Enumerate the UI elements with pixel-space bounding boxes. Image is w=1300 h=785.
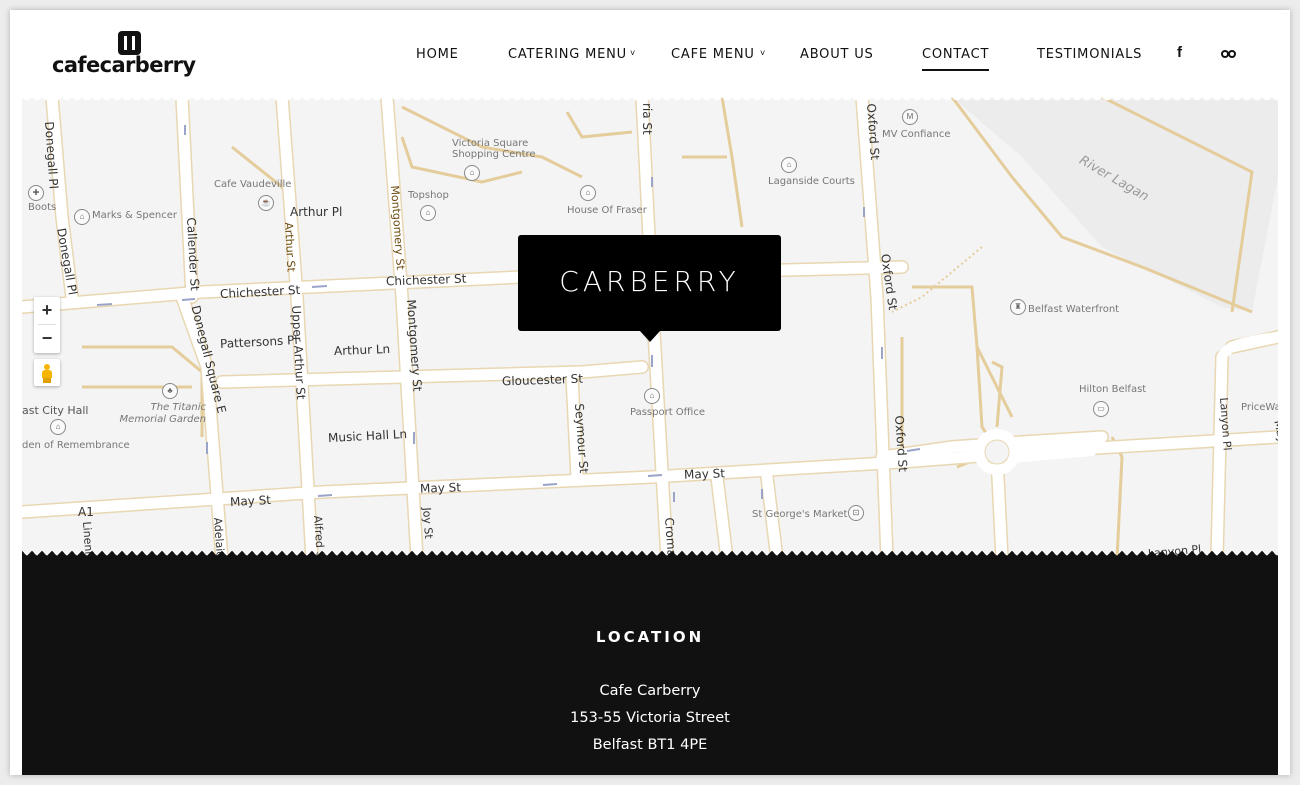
street-label: Arthur St — [282, 222, 298, 273]
courthouse-icon: ⌂ — [781, 157, 797, 173]
poi-label[interactable]: The Titanic Memorial Garden — [106, 402, 206, 426]
street-label: Arthur Ln — [333, 342, 391, 358]
poi-label[interactable]: den of Remembrance — [22, 440, 130, 451]
market-cart-icon: ⊡ — [848, 505, 864, 521]
footpath — [891, 246, 983, 313]
poi-label[interactable]: House Of Fraser — [567, 205, 647, 216]
zigzag-edge — [22, 551, 1278, 561]
address-city: Belfast BT1 4PE — [592, 737, 708, 753]
logo-text: cafecarberry — [52, 53, 196, 77]
poi-label[interactable]: Belfast Waterfront — [1028, 304, 1119, 315]
nav-item-contact[interactable]: CONTACT — [922, 46, 990, 71]
logo[interactable]: cafecarberry — [52, 31, 207, 79]
map-marker-carberry[interactable]: CARBERRY — [518, 235, 781, 342]
address-street: 153-55 Victoria Street — [570, 710, 730, 726]
street-label: May St — [419, 480, 462, 496]
street-label: May St — [683, 466, 726, 482]
poi-label[interactable]: Marks & Spencer — [92, 210, 177, 221]
tripadvisor-icon[interactable] — [1221, 50, 1237, 58]
shopping-bag-icon: ⌂ — [464, 165, 480, 181]
map[interactable]: Donegall Pl Donegall Pl Callender St Art… — [22, 97, 1278, 559]
location-section: LOCATION Cafe Carberry 153-55 Victoria S… — [22, 551, 1278, 775]
park-tree-icon: ♣ — [162, 383, 178, 399]
poi-label[interactable]: MV Confiance — [882, 129, 951, 140]
nav-item-home[interactable]: HOME — [416, 46, 459, 64]
poi-label[interactable]: Victoria Square Shopping Centre — [452, 138, 542, 160]
river-lagan-area — [952, 97, 1278, 312]
shopping-bag-icon: ⌂ — [580, 185, 596, 201]
nav-item-cafe-menu[interactable]: CAFE MENU — [671, 46, 755, 64]
street-label: Chichester St — [385, 271, 467, 289]
poi-label[interactable]: Laganside Courts — [768, 176, 855, 187]
street-label: A1 — [78, 505, 94, 519]
poi-label[interactable]: Boots — [28, 202, 56, 213]
government-building-icon: ⌂ — [644, 388, 660, 404]
poi-label[interactable]: Passport Office — [630, 407, 705, 418]
street-label: ria St — [640, 103, 654, 135]
location-heading: LOCATION — [595, 628, 705, 646]
marker-label: CARBERRY — [559, 265, 740, 298]
nav-item-catering-menu[interactable]: CATERING MENU — [508, 46, 627, 64]
zoom-out-button[interactable]: − — [34, 325, 60, 352]
street-label: Gloucester St — [501, 371, 584, 389]
city-hall-icon: ⌂ — [50, 419, 66, 435]
owl-eye-right — [1228, 50, 1236, 58]
zoom-in-button[interactable]: + — [34, 297, 60, 324]
pegman-legs — [43, 378, 51, 383]
poi-label[interactable]: ast City Hall — [22, 404, 88, 417]
poi-label[interactable]: Topshop — [408, 190, 449, 201]
theatre-icon: ♜ — [1010, 299, 1026, 315]
nav-item-testimonials[interactable]: TESTIMONIALS — [1037, 46, 1142, 64]
shopping-bag-icon: ⌂ — [74, 209, 90, 225]
address-name: Cafe Carberry — [599, 683, 701, 699]
pharmacy-icon: ✚ — [28, 185, 44, 201]
street-view-pegman-icon[interactable] — [34, 359, 60, 386]
cafe-icon: ☕ — [258, 195, 274, 211]
street-label: Arthur Pl — [290, 205, 343, 219]
nav-item-about-us[interactable]: ABOUT US — [800, 46, 874, 64]
street-label: Joy St — [420, 507, 436, 540]
museum-icon: M — [902, 109, 918, 125]
poi-label[interactable]: PriceWater — [1241, 402, 1278, 413]
poi-label[interactable]: Cafe Vaudeville — [214, 179, 291, 190]
chevron-down-icon[interactable]: ˅ — [760, 48, 770, 58]
site-header: cafecarberry HOME CATERING MENU ˅ CAFE M… — [10, 10, 1290, 97]
shopping-bag-icon: ⌂ — [420, 205, 436, 221]
map-zoom-control: + − — [34, 297, 60, 353]
poi-label[interactable]: St George's Market — [752, 509, 847, 520]
poi-label[interactable]: Hilton Belfast — [1079, 384, 1146, 395]
pegman-body — [42, 370, 52, 378]
facebook-icon[interactable]: f — [1177, 44, 1182, 61]
page: cafecarberry HOME CATERING MENU ˅ CAFE M… — [10, 10, 1290, 775]
carberry-mark-icon — [118, 31, 141, 55]
street-label: May St — [229, 492, 272, 510]
chevron-down-icon[interactable]: ˅ — [630, 48, 640, 58]
hotel-icon: ▭ — [1093, 401, 1109, 417]
